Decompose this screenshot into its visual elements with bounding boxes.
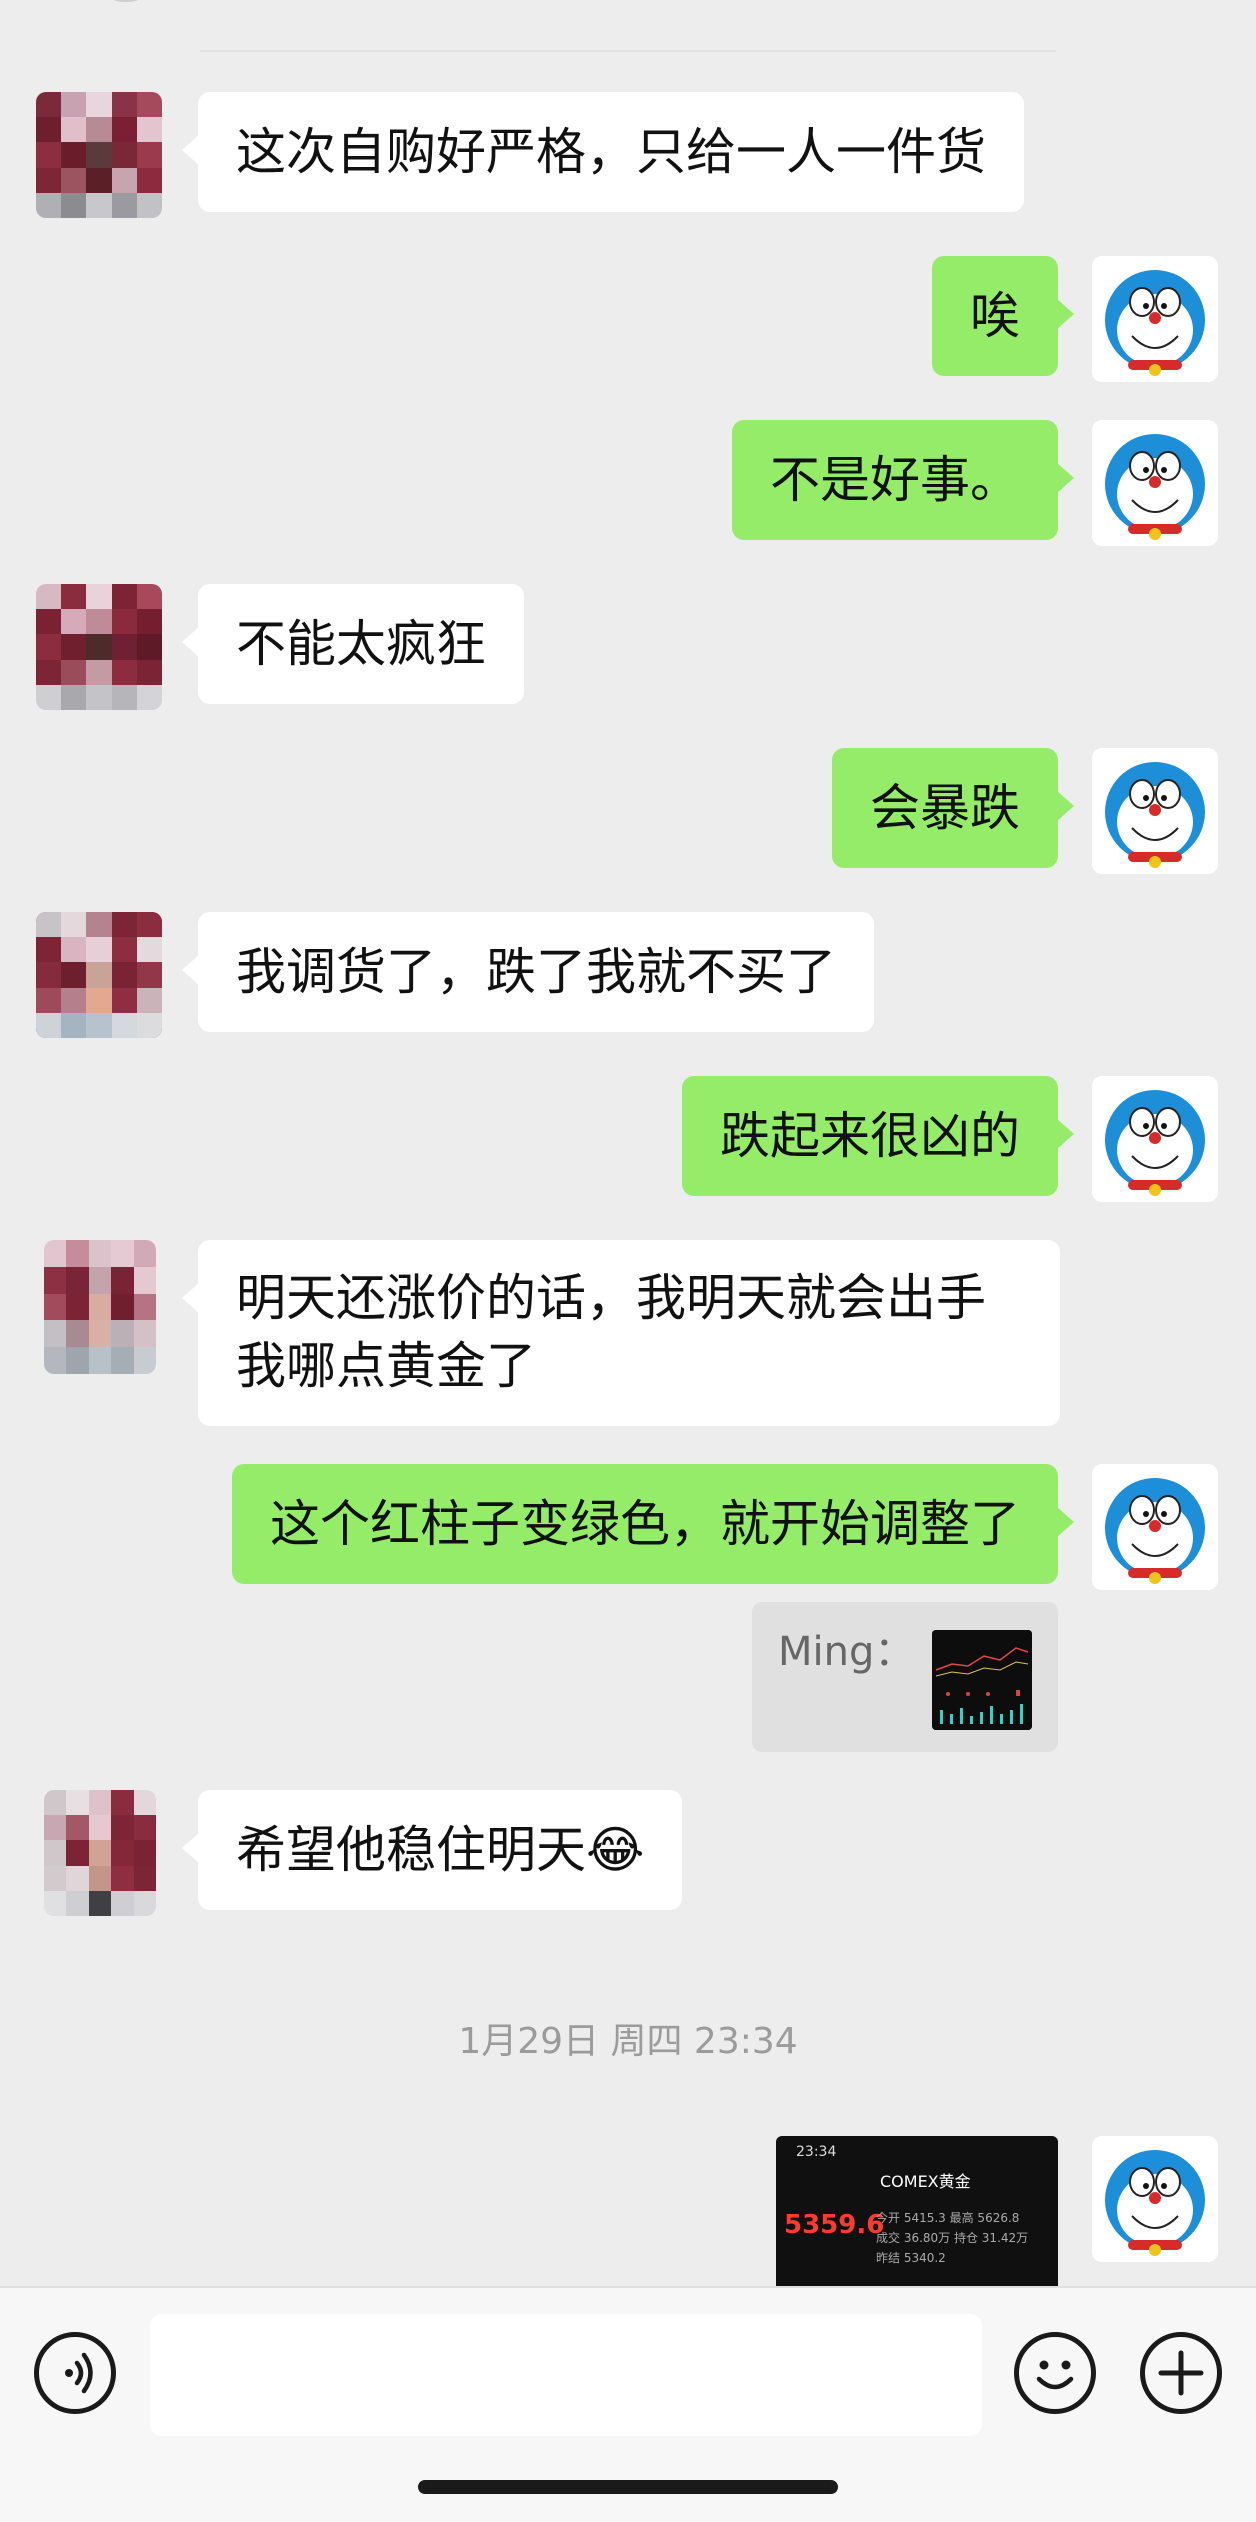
timestamp: 1月29日 周四 23:34: [458, 2021, 798, 2062]
contact-avatar[interactable]: [44, 1240, 156, 1374]
plus-icon[interactable]: [1140, 2332, 1222, 2414]
message-bubble[interactable]: 不能太疯狂: [182, 584, 524, 704]
message-bubble[interactable]: 希望他稳住明天😂: [181, 1790, 683, 1910]
message-bubble[interactable]: 这次自购好严格，只给一人一件货: [182, 92, 1024, 212]
message-bubble[interactable]: 跌起来很凶的: [682, 1076, 1074, 1196]
image-row: 成交 36.80万 持仓 31.42万: [876, 2231, 1029, 2245]
user-avatar[interactable]: [1092, 748, 1218, 874]
image-message[interactable]: 23:34 COMEX黄金 5359.6 今开 5415.3 最高 5626.8…: [776, 2136, 1058, 2286]
message-bubble[interactable]: 唉: [932, 256, 1074, 376]
quote-reference[interactable]: Ming：: [752, 1602, 1058, 1752]
voice-icon[interactable]: [34, 2332, 116, 2414]
input-bar: [0, 2286, 1256, 2522]
message-line: 明天还涨价的话，我明天就会出手: [236, 1269, 986, 1327]
contact-avatar[interactable]: [44, 1790, 156, 1916]
divider: [200, 50, 1056, 52]
user-avatar[interactable]: [1092, 256, 1218, 382]
home-indicator[interactable]: [418, 2480, 838, 2494]
contact-avatar[interactable]: [36, 92, 162, 218]
message-bubble[interactable]: 不是好事。: [732, 420, 1074, 540]
contact-avatar[interactable]: [36, 912, 162, 1038]
quote-thumbnail[interactable]: [932, 1630, 1032, 1730]
partial-avatar: [96, 0, 156, 2]
user-avatar[interactable]: [1092, 1076, 1218, 1202]
message-bubble[interactable]: 明天还涨价的话，我明天就会出手 我哪点黄金了: [182, 1240, 1060, 1426]
quote-label: Ming：: [778, 1629, 915, 1675]
chat-area: 这次自购好严格，只给一人一件货 唉 不是好事。 不能太疯狂 会暴跌 我调货了，跌…: [0, 0, 1256, 2286]
message-bubble[interactable]: 这个红柱子变绿色，就开始调整了: [232, 1464, 1074, 1584]
contact-avatar[interactable]: [36, 584, 162, 710]
image-time: 23:34: [796, 2144, 837, 2160]
image-price: 5359.6: [784, 2210, 885, 2240]
user-avatar[interactable]: [1092, 1464, 1218, 1590]
message-bubble[interactable]: 会暴跌: [832, 748, 1074, 868]
image-row: 今开 5415.3 最高 5626.8: [876, 2211, 1020, 2225]
image-row: 昨结 5340.2: [876, 2251, 946, 2265]
image-title: COMEX黄金: [880, 2172, 971, 2191]
message-bubble[interactable]: 我调货了，跌了我就不买了: [182, 912, 874, 1032]
message-line: 我哪点黄金了: [236, 1337, 536, 1395]
user-avatar[interactable]: [1092, 2136, 1218, 2262]
message-input[interactable]: [150, 2314, 982, 2436]
user-avatar[interactable]: [1092, 420, 1218, 546]
emoji-icon[interactable]: [1014, 2332, 1096, 2414]
